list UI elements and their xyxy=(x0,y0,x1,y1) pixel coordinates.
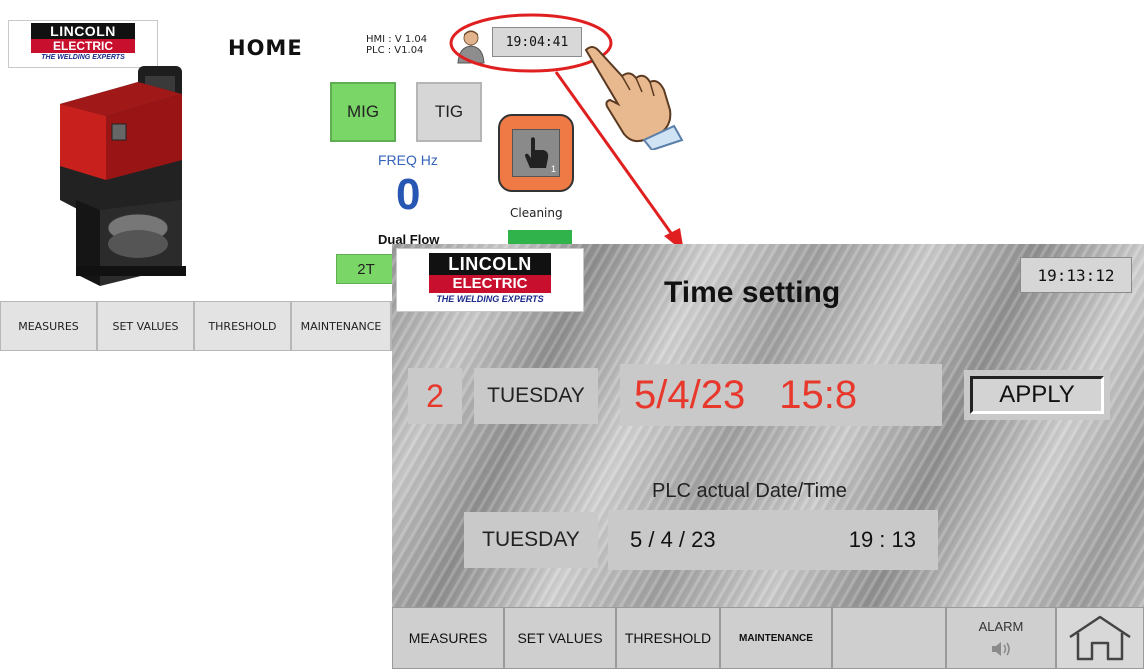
plc-time-value: 19 : 13 xyxy=(848,527,916,552)
cleaning-badge: 1 xyxy=(550,164,556,174)
plc-datetime-label: PLC actual Date/Time xyxy=(652,480,847,502)
alarm-button[interactable]: ALARM xyxy=(946,607,1056,669)
logo-line1: LINCOLN xyxy=(429,253,551,275)
hand-pointer-icon xyxy=(525,137,549,168)
pointing-hand-icon xyxy=(578,40,688,152)
plc-day-field: TUESDAY xyxy=(464,512,598,568)
logo-line2: ELECTRIC xyxy=(31,39,135,53)
nav-maintenance[interactable]: MAINTENANCE xyxy=(720,607,832,669)
page-title: Time setting xyxy=(664,276,841,309)
set-time-value[interactable]: 15:8 xyxy=(779,373,857,418)
freq-value: 0 xyxy=(396,170,421,219)
home-icon xyxy=(1069,615,1131,661)
logo-line2: ELECTRIC xyxy=(429,275,551,293)
lincoln-electric-logo: LINCOLN ELECTRIC THE WELDING EXPERTS xyxy=(396,248,584,312)
tig-button[interactable]: TIG xyxy=(416,82,482,142)
cleaning-icon-tile: 1 xyxy=(512,129,560,177)
plc-version: PLC : V1.04 xyxy=(366,45,424,56)
time-setting-screen: LINCOLN ELECTRIC THE WELDING EXPERTS Tim… xyxy=(392,244,1144,669)
nav-threshold[interactable]: THRESHOLD xyxy=(194,301,291,351)
logo-line1: LINCOLN xyxy=(31,23,135,39)
welding-machine-image xyxy=(42,60,202,290)
nav-measures[interactable]: MEASURES xyxy=(0,301,97,351)
cleaning-button[interactable]: 1 xyxy=(498,114,574,192)
plc-date-value: 5 / 4 / 23 xyxy=(630,527,716,552)
freq-label: FREQ Hz xyxy=(378,152,438,168)
set-datetime-field[interactable]: 5/4/23 15:8 xyxy=(620,364,942,426)
mig-button[interactable]: MIG xyxy=(330,82,396,142)
nav-set-values[interactable]: SET VALUES xyxy=(97,301,194,351)
nav-maintenance[interactable]: MAINTENANCE xyxy=(291,301,391,351)
nav-measures[interactable]: MEASURES xyxy=(392,607,504,669)
set-date-value[interactable]: 5/4/23 xyxy=(634,373,745,418)
apply-button-frame: APPLY xyxy=(964,370,1110,420)
plc-datetime-field: 5 / 4 / 23 19 : 13 xyxy=(608,510,938,570)
hmi-version: HMI : V 1.04 xyxy=(366,34,428,45)
version-info: HMI : V 1.04 PLC : V1.04 xyxy=(366,34,427,56)
trigger-mode-button[interactable]: 2T xyxy=(336,254,396,284)
nav-empty-slot xyxy=(832,607,946,669)
logo-tagline: THE WELDING EXPERTS xyxy=(436,294,544,304)
page-title: HOME xyxy=(228,36,303,60)
nav-set-values[interactable]: SET VALUES xyxy=(504,607,616,669)
alarm-label: ALARM xyxy=(978,618,1024,634)
nav-threshold[interactable]: THRESHOLD xyxy=(616,607,720,669)
time-setting-nav-bar: MEASURES SET VALUES THRESHOLD MAINTENANC… xyxy=(392,607,1144,669)
cleaning-label: Cleaning xyxy=(510,206,563,220)
day-number-field[interactable]: 2 xyxy=(408,368,462,424)
apply-button[interactable]: APPLY xyxy=(970,376,1104,414)
home-button[interactable] xyxy=(1056,607,1144,669)
speaker-icon xyxy=(992,641,1010,656)
day-name-field: TUESDAY xyxy=(474,368,598,424)
clock-display[interactable]: 19:13:12 xyxy=(1020,257,1132,293)
